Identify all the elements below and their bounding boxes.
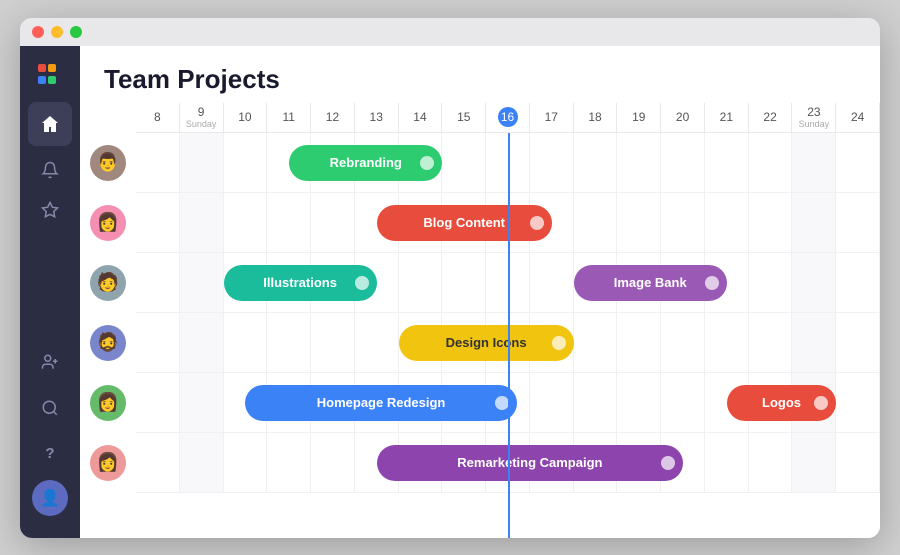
logo-icon (36, 62, 64, 90)
avatar-row-1: 👩 (80, 193, 136, 253)
task-end-dot-2 (355, 276, 369, 290)
timeline-day-9: 9Sunday (180, 103, 224, 132)
timeline-day-22: 22 (749, 103, 793, 132)
task-bar-1[interactable]: Blog Content (377, 205, 552, 241)
titlebar (20, 18, 880, 46)
task-bar-3[interactable]: Image Bank (574, 265, 727, 301)
star-icon (41, 201, 59, 219)
timeline-day-15: 15 (442, 103, 486, 132)
task-label-4: Design Icons (446, 335, 527, 350)
avatar-2: 🧑 (90, 265, 126, 301)
task-bar-6[interactable]: Logos (727, 385, 836, 421)
timeline-day-10: 10 (224, 103, 268, 132)
task-label-6: Logos (762, 395, 801, 410)
task-end-dot-7 (661, 456, 675, 470)
maximize-button[interactable] (70, 26, 82, 38)
minimize-button[interactable] (51, 26, 63, 38)
timeline-day-12: 12 (311, 103, 355, 132)
timeline-day-13: 13 (355, 103, 399, 132)
task-end-dot-1 (530, 216, 544, 230)
gantt-rows: Rebranding Blog Content Illustrations Image… (136, 133, 880, 538)
task-end-dot-5 (495, 396, 509, 410)
avatar-row-5: 👩 (80, 433, 136, 493)
task-label-5: Homepage Redesign (317, 395, 446, 410)
page-title: Team Projects (104, 64, 856, 95)
task-label-0: Rebranding (330, 155, 402, 170)
task-end-dot-6 (814, 396, 828, 410)
avatar-row-3: 🧔 (80, 313, 136, 373)
timeline-day-14: 14 (399, 103, 443, 132)
row-avatars: 👨 👩 🧑 🧔 👩 👩 (80, 103, 136, 538)
sidebar-item-home[interactable] (28, 102, 72, 146)
avatar-4: 👩 (90, 385, 126, 421)
task-bar-2[interactable]: Illustrations (224, 265, 377, 301)
main-content: Team Projects 👨 👩 🧑 🧔 (80, 46, 880, 538)
timeline-day-18: 18 (574, 103, 618, 132)
timeline-day-16: 16 (486, 103, 530, 132)
timeline-day-20: 20 (661, 103, 705, 132)
app-logo (32, 58, 68, 94)
sidebar: ? 👤 (20, 46, 80, 538)
task-bar-7[interactable]: Remarketing Campaign (377, 445, 683, 481)
sidebar-item-search[interactable] (28, 388, 72, 428)
task-bar-5[interactable]: Homepage Redesign (245, 385, 516, 421)
avatar-row-2: 🧑 (80, 253, 136, 313)
timeline-day-8: 8 (136, 103, 180, 132)
avatar-0: 👨 (90, 145, 126, 181)
close-button[interactable] (32, 26, 44, 38)
timeline-day-11: 11 (267, 103, 311, 132)
avatar-5: 👩 (90, 445, 126, 481)
app-window: ? 👤 Team Projects 👨 👩 (20, 18, 880, 538)
add-user-icon (41, 353, 59, 371)
timeline-day-19: 19 (617, 103, 661, 132)
avatar-row-4: 👩 (80, 373, 136, 433)
avatar-3: 🧔 (90, 325, 126, 361)
timeline-day-23: 23Sunday (792, 103, 836, 132)
search-icon (41, 399, 59, 417)
sidebar-item-add-user[interactable] (28, 342, 72, 382)
task-label-3: Image Bank (614, 275, 687, 290)
task-bar-0[interactable]: Rebranding (289, 145, 442, 181)
timeline-day-21: 21 (705, 103, 749, 132)
home-icon (40, 114, 60, 134)
avatar-1: 👩 (90, 205, 126, 241)
today-line (508, 133, 510, 538)
sidebar-bottom: ? 👤 (28, 342, 72, 526)
task-label-2: Illustrations (263, 275, 337, 290)
avatar-row-0: 👨 (80, 133, 136, 193)
task-end-dot-4 (552, 336, 566, 350)
task-label-1: Blog Content (423, 215, 505, 230)
content-area: ? 👤 Team Projects 👨 👩 (20, 46, 880, 538)
bell-icon (41, 161, 59, 179)
task-label-7: Remarketing Campaign (457, 455, 602, 470)
user-avatar[interactable]: 👤 (32, 480, 68, 516)
sidebar-item-help[interactable]: ? (28, 434, 72, 474)
gantt-wrapper: 👨 👩 🧑 🧔 👩 👩 (80, 103, 880, 538)
page-header: Team Projects (80, 46, 880, 103)
sidebar-item-favorites[interactable] (28, 190, 72, 230)
task-end-dot-3 (705, 276, 719, 290)
timeline-header: 89Sunday1011121314151617181920212223Sund… (136, 103, 880, 133)
gantt-chart: 89Sunday1011121314151617181920212223Sund… (136, 103, 880, 538)
task-bar-4[interactable]: Design Icons (399, 325, 574, 361)
timeline-day-24: 24 (836, 103, 880, 132)
task-end-dot-0 (420, 156, 434, 170)
sidebar-item-notifications[interactable] (28, 150, 72, 190)
timeline-day-17: 17 (530, 103, 574, 132)
